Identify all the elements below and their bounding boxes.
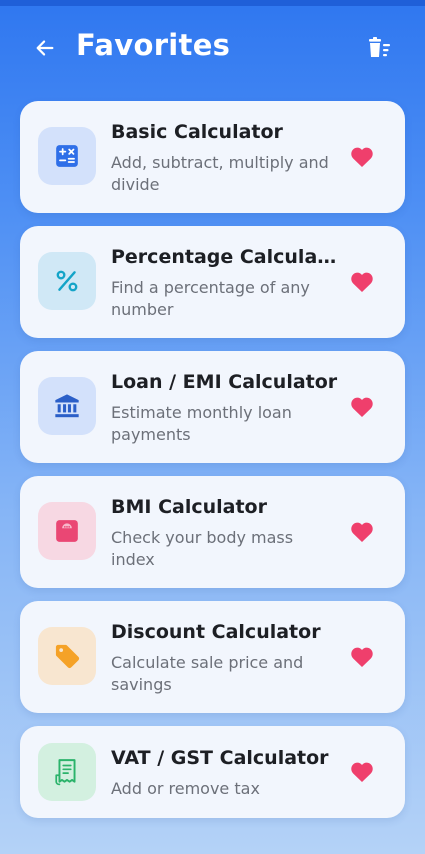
calculator-icon: [56, 145, 78, 167]
favorite-card-bmi-calculator[interactable]: BMI Calculator Check your body mass inde…: [20, 476, 405, 588]
card-title: Loan / EMI Calculator: [111, 371, 338, 393]
heart-icon: [351, 397, 373, 417]
favorite-card-vat-gst-calculator[interactable]: VAT / GST Calculator Add or remove tax: [20, 726, 405, 818]
card-description: Calculate sale price and savings: [111, 653, 304, 694]
card-title: VAT / GST Calculator: [111, 747, 329, 769]
card-description: Check your body mass index: [111, 528, 294, 569]
card-description: Find a percentage of any number: [111, 278, 310, 319]
favorite-toggle[interactable]: [349, 520, 375, 544]
status-strip: [0, 0, 425, 6]
icon-tile: [38, 743, 96, 801]
receipt-icon: [55, 759, 76, 786]
card-description: Estimate monthly loan payments: [111, 403, 292, 444]
heart-icon: [351, 647, 373, 667]
card-description: Add or remove tax: [111, 779, 260, 798]
favorite-card-discount-calculator[interactable]: Discount Calculator Calculate sale price…: [20, 601, 405, 713]
bank-icon: [55, 394, 79, 418]
favorite-card-percentage-calculator[interactable]: Percentage Calcula… Find a percentage of…: [20, 226, 405, 338]
favorite-toggle[interactable]: [349, 270, 375, 294]
clear-favorites-button[interactable]: [362, 31, 396, 65]
icon-tile: [38, 127, 96, 185]
page-title: Favorites: [76, 28, 231, 62]
card-title: Percentage Calcula…: [111, 246, 337, 268]
favorite-card-loan-emi-calculator[interactable]: Loan / EMI Calculator Estimate monthly l…: [20, 351, 405, 463]
arrow-left-icon: [36, 40, 54, 56]
heart-icon: [351, 272, 373, 292]
delete-sweep-icon: [369, 37, 390, 57]
scale-icon: [56, 520, 78, 542]
percent-icon: [56, 270, 78, 292]
card-title: Discount Calculator: [111, 621, 321, 643]
heart-icon: [351, 147, 373, 167]
favorite-toggle[interactable]: [349, 145, 375, 169]
heart-icon: [351, 762, 373, 782]
card-title: BMI Calculator: [111, 496, 267, 518]
favorite-toggle[interactable]: [349, 760, 375, 784]
favorite-toggle[interactable]: [349, 395, 375, 419]
app-header: Favorites: [0, 22, 425, 72]
favorite-toggle[interactable]: [349, 645, 375, 669]
heart-icon: [351, 522, 373, 542]
icon-tile: [38, 627, 96, 685]
favorite-card-basic-calculator[interactable]: Basic Calculator Add, subtract, multiply…: [20, 101, 405, 213]
favorites-list: Basic Calculator Add, subtract, multiply…: [20, 101, 405, 831]
icon-tile: [38, 502, 96, 560]
card-description: Add, subtract, multiply and divide: [111, 153, 329, 194]
card-title: Basic Calculator: [111, 121, 283, 143]
back-button[interactable]: [28, 31, 62, 65]
tag-icon: [55, 644, 80, 669]
icon-tile: [38, 252, 96, 310]
icon-tile: [38, 377, 96, 435]
